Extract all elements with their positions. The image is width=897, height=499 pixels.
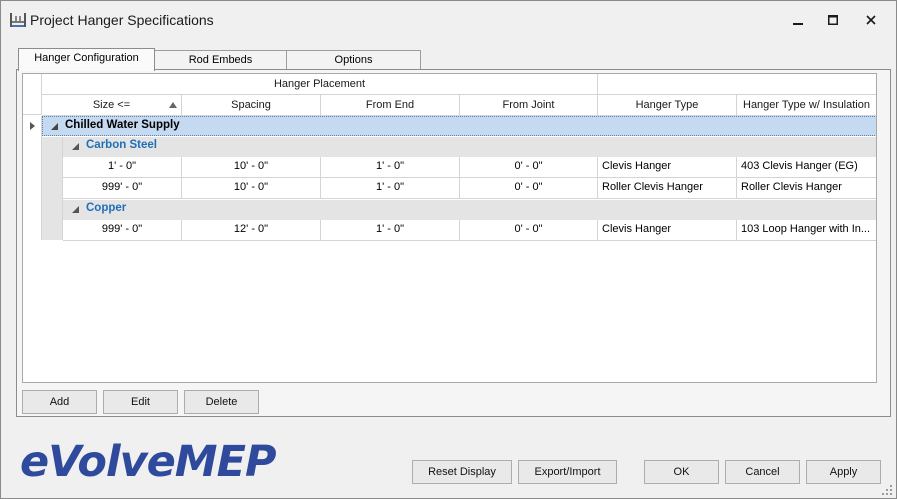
minimize-icon <box>793 23 803 25</box>
maximize-icon <box>828 15 838 25</box>
delete-button[interactable]: Delete <box>184 390 259 414</box>
column-header-size[interactable]: Size <= <box>42 95 182 116</box>
column-header-label: Size <= <box>92 99 131 111</box>
cell-hanger-type[interactable]: Clevis Hanger <box>598 220 737 241</box>
cell-size[interactable]: 999' - 0" <box>63 178 182 199</box>
title-bar[interactable]: Project Hanger Specifications <box>1 1 896 39</box>
subgroup-label: Copper <box>86 202 127 214</box>
row-pointer-icon <box>30 122 35 130</box>
minimize-button[interactable] <box>781 5 815 35</box>
cell-from-joint[interactable]: 0' - 0" <box>460 220 598 241</box>
tab-options[interactable]: Options <box>286 50 421 70</box>
group-label: Chilled Water Supply <box>65 119 180 131</box>
subgroup-label: Carbon Steel <box>86 139 157 151</box>
column-header-from-end[interactable]: From End <box>321 95 460 116</box>
cell-size[interactable]: 1' - 0" <box>63 157 182 178</box>
cell-hanger-type-insulation[interactable]: Roller Clevis Hanger <box>737 178 876 199</box>
column-header-spacing[interactable]: Spacing <box>182 95 321 116</box>
subgroup-row-carbon-steel[interactable]: Carbon Steel <box>63 137 876 157</box>
close-button[interactable] <box>854 5 888 35</box>
subgroup-row-copper[interactable]: Copper <box>63 200 876 220</box>
cancel-button[interactable]: Cancel <box>725 460 800 484</box>
export-import-button[interactable]: Export/Import <box>518 460 617 484</box>
grid-corner <box>23 74 42 115</box>
sort-ascending-icon <box>169 102 177 108</box>
cell-from-joint[interactable]: 0' - 0" <box>460 178 598 199</box>
cell-hanger-type[interactable]: Roller Clevis Hanger <box>598 178 737 199</box>
cell-hanger-type[interactable]: Clevis Hanger <box>598 157 737 178</box>
cell-from-joint[interactable]: 0' - 0" <box>460 157 598 178</box>
row-indicator[interactable] <box>23 116 42 137</box>
tab-rod-embeds[interactable]: Rod Embeds <box>154 50 287 70</box>
tab-hanger-configuration[interactable]: Hanger Configuration <box>18 48 155 71</box>
band-header-empty <box>598 74 876 95</box>
cell-hanger-type-insulation[interactable]: 403 Clevis Hanger (EG) <box>737 157 876 178</box>
column-header-hanger-type[interactable]: Hanger Type <box>598 95 737 116</box>
cell-from-end[interactable]: 1' - 0" <box>321 220 460 241</box>
apply-button[interactable]: Apply <box>806 460 881 484</box>
collapse-triangle-icon[interactable] <box>72 143 79 150</box>
reset-display-button[interactable]: Reset Display <box>412 460 512 484</box>
group-indent <box>42 137 63 240</box>
resize-grip-icon[interactable] <box>881 484 893 496</box>
column-header-from-joint[interactable]: From Joint <box>460 95 598 116</box>
edit-button[interactable]: Edit <box>103 390 178 414</box>
close-icon <box>866 15 876 25</box>
maximize-button[interactable] <box>816 5 850 35</box>
cell-size[interactable]: 999' - 0" <box>63 220 182 241</box>
collapse-triangle-icon[interactable] <box>51 123 58 130</box>
cell-from-end[interactable]: 1' - 0" <box>321 178 460 199</box>
window-title: Project Hanger Specifications <box>30 12 214 28</box>
column-header-hanger-type-insulation[interactable]: Hanger Type w/ Insulation <box>737 95 876 116</box>
group-row-chilled-water-supply[interactable]: Chilled Water Supply <box>42 116 876 136</box>
collapse-triangle-icon[interactable] <box>72 206 79 213</box>
add-button[interactable]: Add <box>22 390 97 414</box>
ok-button[interactable]: OK <box>644 460 719 484</box>
evolvemep-logo: eVolveMEP <box>20 437 276 487</box>
cell-spacing[interactable]: 10' - 0" <box>182 157 321 178</box>
dialog-window: Project Hanger Specifications Hanger Con… <box>0 0 897 499</box>
cell-spacing[interactable]: 10' - 0" <box>182 178 321 199</box>
hanger-grid[interactable]: Hanger Placement Size <= Spacing From En… <box>22 73 877 383</box>
cell-from-end[interactable]: 1' - 0" <box>321 157 460 178</box>
cell-spacing[interactable]: 12' - 0" <box>182 220 321 241</box>
band-header-hanger-placement: Hanger Placement <box>42 74 598 95</box>
row-indicator-blank <box>23 137 42 240</box>
cell-hanger-type-insulation[interactable]: 103 Loop Hanger with In... <box>737 220 876 241</box>
app-hanger-icon <box>10 13 26 27</box>
